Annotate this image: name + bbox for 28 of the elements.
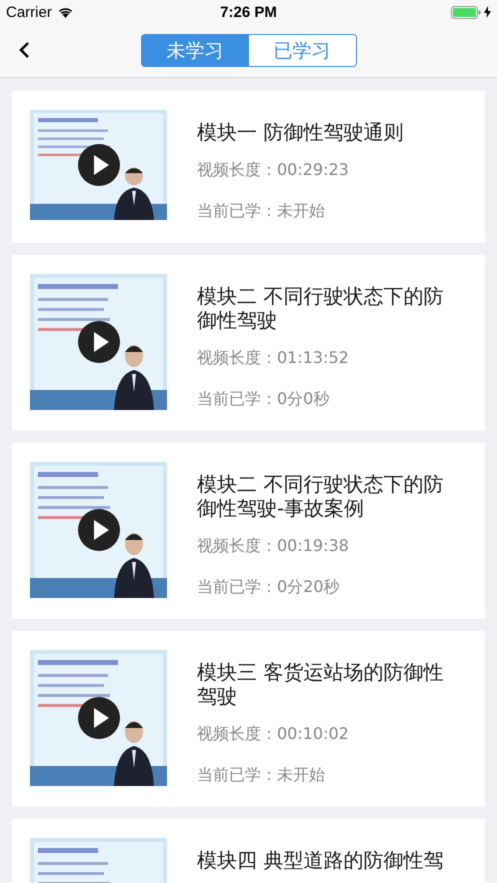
lesson-card[interactable]: 模块三 客货运站场的防御性驾驶 视频长度：00:10:02 当前已学：未开始 xyxy=(12,631,485,807)
wifi-icon xyxy=(56,6,74,18)
play-icon[interactable] xyxy=(78,697,120,739)
lesson-card[interactable]: 模块二 不同行驶状态下的防御性驾驶 视频长度：01:13:52 当前已学：0分0秒 xyxy=(12,255,485,431)
lesson-title: 模块二 不同行驶状态下的防御性驾驶-事故案例 xyxy=(197,472,444,520)
lesson-title: 模块一 防御性驾驶通则 xyxy=(197,120,404,144)
studied-time-label: 当前已学：0分20秒 xyxy=(197,577,341,598)
lesson-title: 模块四 典型道路的防御性驾 xyxy=(197,848,444,872)
back-icon[interactable] xyxy=(18,41,30,59)
clock-time: 7:26 PM xyxy=(220,4,277,20)
video-duration: 视频长度：00:29:23 xyxy=(197,160,350,181)
play-icon[interactable] xyxy=(78,509,120,551)
studied-time-label: 当前已学：未开始 xyxy=(197,201,326,222)
carrier-label: Carrier xyxy=(6,4,52,20)
lesson-card[interactable]: 模块二 不同行驶状态下的防御性驾驶-事故案例 视频长度：00:19:38 当前已学：0分20秒 xyxy=(12,443,485,619)
charging-icon xyxy=(484,6,492,18)
video-duration: 视频长度：00:19:38 xyxy=(197,536,350,557)
studied-time-label: 当前已学：未开始 xyxy=(197,765,326,786)
play-icon[interactable] xyxy=(78,321,120,363)
video-duration: 视频长度：01:13:52 xyxy=(197,348,350,369)
lesson-title: 模块二 不同行驶状态下的防御性驾驶 xyxy=(197,284,444,332)
play-icon[interactable] xyxy=(78,144,120,186)
lesson-card[interactable]: 模块一 防御性驾驶通则 视频长度：00:29:23 当前已学：未开始 xyxy=(12,91,485,243)
battery-icon xyxy=(451,6,482,18)
lesson-card[interactable]: 模块四 典型道路的防御性驾 xyxy=(12,819,485,883)
lesson-title: 模块三 客货运站场的防御性驾驶 xyxy=(197,660,444,708)
video-duration: 视频长度：00:10:02 xyxy=(197,724,350,745)
studied-time-label: 当前已学：0分0秒 xyxy=(197,389,330,410)
